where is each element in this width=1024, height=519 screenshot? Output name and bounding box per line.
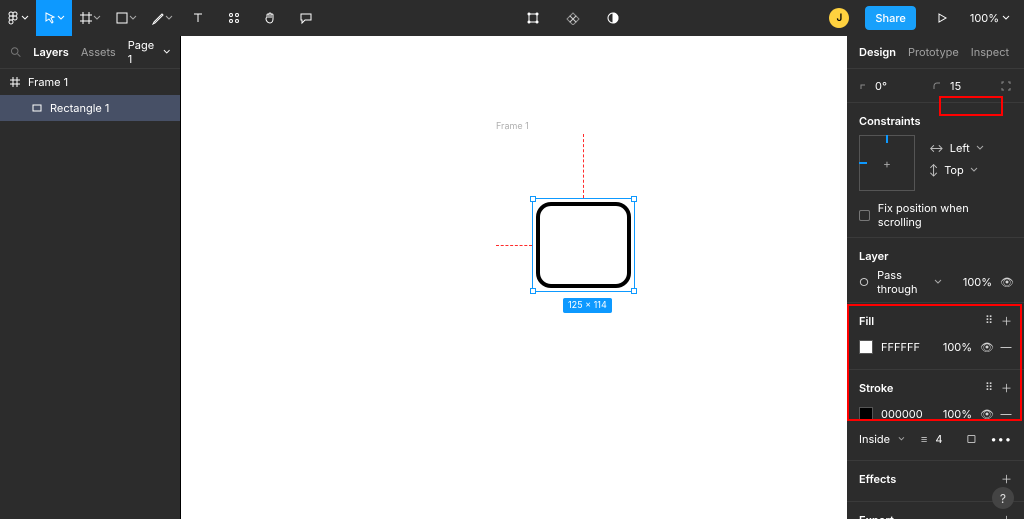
text-tool-button[interactable]: [180, 0, 216, 36]
search-icon[interactable]: [10, 46, 21, 58]
fill-hex[interactable]: FFFFFF: [881, 340, 930, 354]
tab-assets[interactable]: Assets: [81, 45, 116, 59]
layer-opacity[interactable]: 100%: [958, 275, 992, 289]
top-toolbar: J Share 100%: [0, 0, 1024, 36]
stroke-remove-icon[interactable]: —: [1000, 407, 1012, 421]
figma-menu-button[interactable]: [0, 0, 36, 36]
resize-handle-br[interactable]: [631, 288, 637, 294]
corner-radius-icon: [932, 81, 942, 91]
frame-tool-button[interactable]: [72, 0, 108, 36]
export-add-icon[interactable]: ＋: [1001, 512, 1012, 519]
layer-label: Frame 1: [28, 75, 68, 89]
tab-design[interactable]: Design: [859, 45, 896, 59]
layer-rectangle[interactable]: Rectangle 1: [0, 95, 180, 121]
blend-mode-dropdown[interactable]: Pass through: [877, 268, 926, 296]
design-panel: Design Prototype Inspect 0° Constraints: [847, 36, 1024, 519]
resize-handle-tr[interactable]: [631, 196, 637, 202]
pen-tool-button[interactable]: [144, 0, 180, 36]
component-icon[interactable]: [515, 0, 551, 36]
fix-position-checkbox[interactable]: [859, 210, 870, 221]
constraint-h-dropdown[interactable]: ↔ Left: [929, 141, 984, 155]
fill-visibility-icon[interactable]: 👁: [980, 340, 992, 354]
fill-swatch[interactable]: [859, 340, 873, 354]
help-button[interactable]: ?: [992, 487, 1014, 509]
rotation-icon: [859, 81, 869, 91]
hand-tool-button[interactable]: [252, 0, 288, 36]
fix-position-label: Fix position when scrolling: [878, 201, 1012, 229]
user-avatar[interactable]: J: [821, 0, 857, 36]
dimensions-badge: 125 × 114: [563, 298, 612, 313]
export-title: Export: [859, 513, 894, 519]
layer-section-title: Layer: [859, 249, 889, 263]
tab-layers[interactable]: Layers: [33, 45, 69, 59]
constraints-title: Constraints: [859, 114, 920, 128]
fill-add-icon[interactable]: ＋: [1001, 313, 1012, 329]
resources-button[interactable]: [216, 0, 252, 36]
selection-box: [532, 198, 635, 292]
constraints-widget[interactable]: [859, 135, 915, 191]
stroke-add-icon[interactable]: ＋: [1001, 380, 1012, 396]
zoom-value: 100%: [970, 11, 999, 25]
tab-inspect[interactable]: Inspect: [971, 45, 1009, 59]
smart-guide-vertical: [583, 134, 584, 198]
visibility-toggle[interactable]: 👁: [1000, 275, 1012, 289]
stroke-position-dropdown[interactable]: Inside: [859, 432, 890, 446]
boolean-icon[interactable]: [595, 0, 631, 36]
shape-tool-button[interactable]: [108, 0, 144, 36]
corner-radius-input[interactable]: [948, 78, 988, 94]
comment-tool-button[interactable]: [288, 0, 324, 36]
independent-corners-icon[interactable]: [1000, 80, 1012, 92]
fill-remove-icon[interactable]: —: [1000, 340, 1012, 354]
stroke-hex[interactable]: 000000: [881, 407, 930, 421]
stroke-title: Stroke: [859, 381, 893, 395]
resize-handle-bl[interactable]: [530, 288, 536, 294]
layer-label: Rectangle 1: [50, 101, 109, 115]
arrow-h-icon: ↔: [929, 141, 944, 155]
stroke-styles-icon[interactable]: ⠿: [985, 380, 993, 396]
mask-icon[interactable]: [555, 0, 591, 36]
move-tool-button[interactable]: [36, 0, 72, 36]
resize-handle-tl[interactable]: [530, 196, 536, 202]
smart-guide-horizontal: [496, 245, 532, 246]
rotation-value[interactable]: 0°: [875, 79, 911, 93]
canvas[interactable]: Frame 1 125 × 114: [181, 36, 847, 519]
rectangle-icon: [32, 103, 42, 113]
stroke-sides-icon[interactable]: ▢: [966, 432, 976, 446]
zoom-dropdown[interactable]: 100%: [960, 11, 1020, 25]
fill-styles-icon[interactable]: ⠿: [985, 313, 993, 329]
page-dropdown[interactable]: Page 1: [128, 38, 170, 66]
present-button[interactable]: [924, 0, 960, 36]
stroke-swatch[interactable]: [859, 407, 873, 421]
share-button[interactable]: Share: [865, 6, 915, 30]
stroke-opacity[interactable]: 100%: [938, 407, 972, 421]
stroke-weight-icon: ≡: [921, 432, 927, 446]
fill-opacity[interactable]: 100%: [938, 340, 972, 354]
fill-title: Fill: [859, 314, 874, 328]
blend-icon: ○: [859, 275, 869, 289]
left-panel: Layers Assets Page 1 Frame 1 Rectangle 1: [0, 36, 181, 519]
effects-title: Effects: [859, 472, 896, 486]
frame-label[interactable]: Frame 1: [496, 121, 529, 132]
frame-icon: [10, 77, 20, 87]
stroke-weight-input[interactable]: 4: [935, 432, 952, 446]
effects-add-icon[interactable]: ＋: [1001, 471, 1012, 487]
layer-frame[interactable]: Frame 1: [0, 69, 180, 95]
arrow-v-icon: ↕: [929, 163, 938, 177]
stroke-visibility-icon[interactable]: 👁: [980, 407, 992, 421]
tab-prototype[interactable]: Prototype: [908, 45, 959, 59]
constraint-v-dropdown[interactable]: ↕ Top: [929, 163, 984, 177]
stroke-more-icon[interactable]: •••: [990, 432, 1012, 446]
